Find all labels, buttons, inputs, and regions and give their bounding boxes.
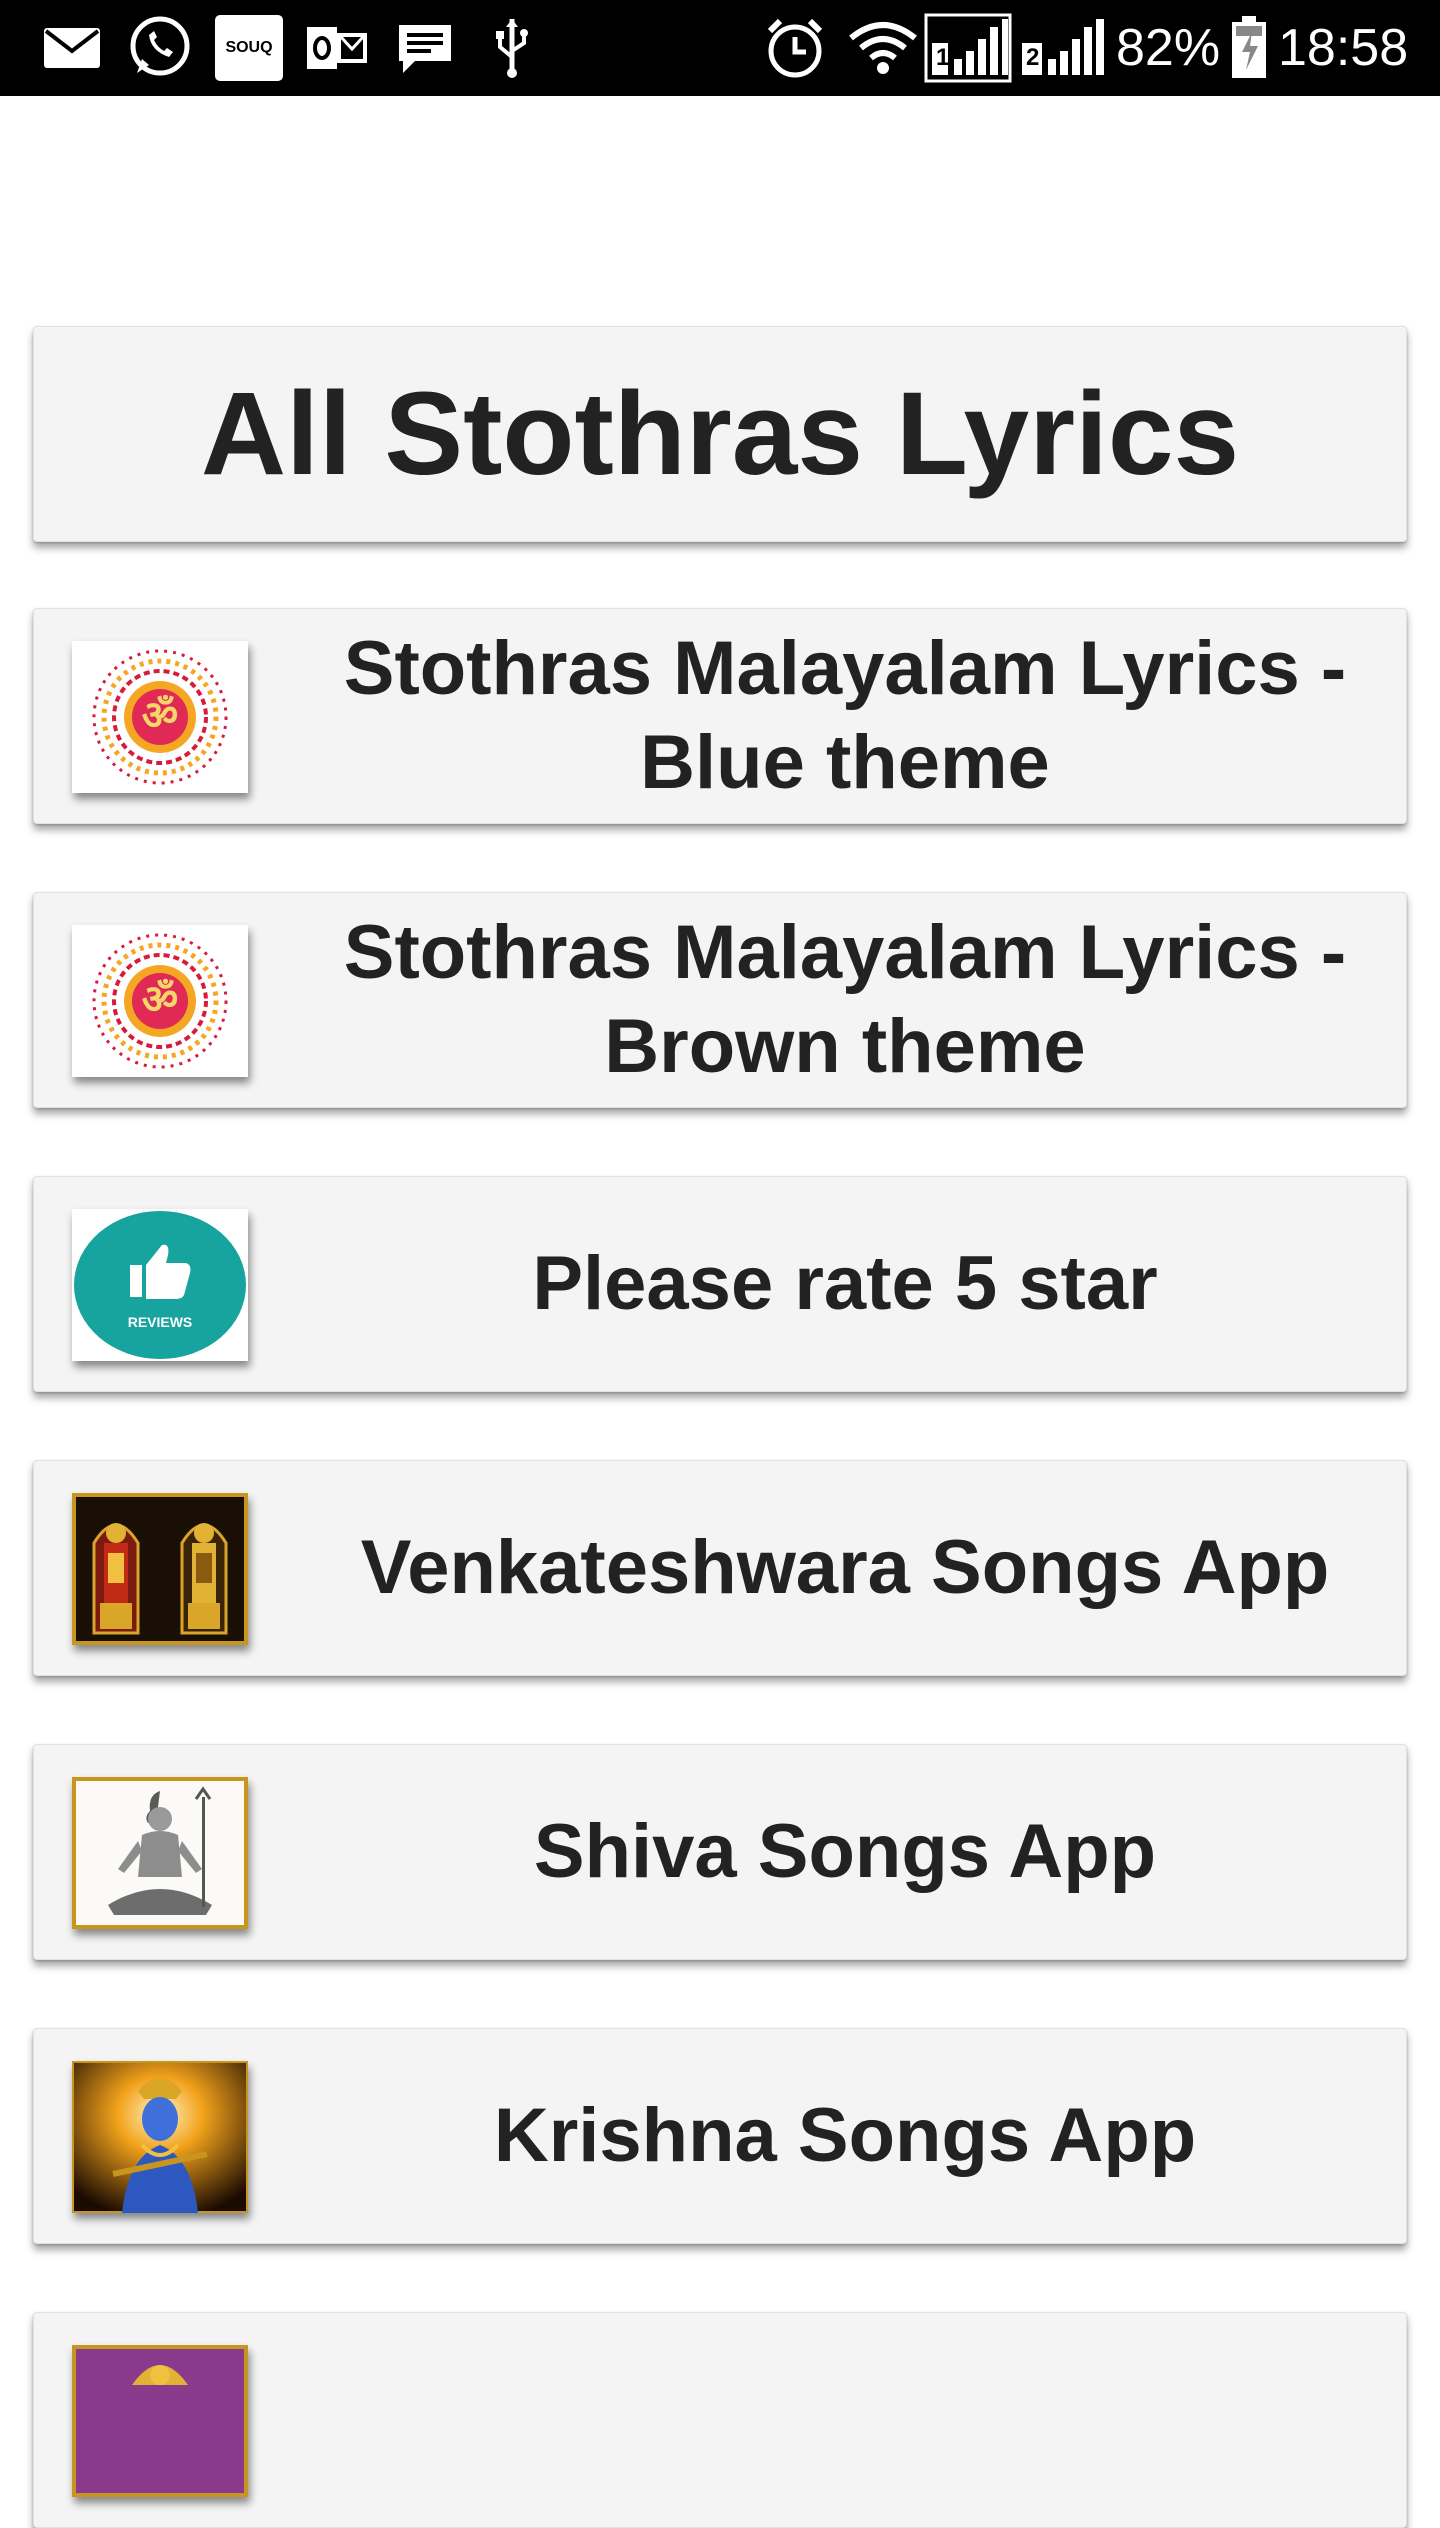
- list-item-label: Krishna Songs App: [493, 2093, 1197, 2178]
- mail-icon: [42, 14, 102, 82]
- venkateshwara-image-icon: [72, 1493, 248, 1645]
- usb-icon: [490, 14, 534, 82]
- list-item-label: Venkateshwara Songs App: [360, 1525, 1330, 1610]
- souq-label: SOUQ: [225, 39, 273, 56]
- om-mandala-icon: ॐ: [72, 641, 248, 793]
- list-item-label: Please rate 5 star: [532, 1241, 1158, 1326]
- wifi-icon: [846, 14, 920, 82]
- krishna-image-icon: [72, 2061, 248, 2213]
- om-mandala-icon: ॐ: [72, 925, 248, 1077]
- alarm-icon: [760, 14, 830, 82]
- reviews-thumbs-up-icon: REVIEWS: [72, 1209, 248, 1361]
- deity-image-icon: [72, 2345, 248, 2497]
- signal-sim1-icon: 1: [924, 13, 1012, 83]
- souq-icon: SOUQ: [214, 14, 284, 82]
- svg-text:ॐ: ॐ: [142, 693, 178, 739]
- battery-charging-icon: [1226, 14, 1272, 82]
- list-item[interactable]: REVIEWS Please rate 5 star: [33, 1176, 1407, 1392]
- list-item[interactable]: ॐ Stothras Malayalam Lyrics - Blue theme: [33, 608, 1407, 824]
- list-item[interactable]: Venkateshwara Songs App: [33, 1460, 1407, 1676]
- list-item-label: Stothras Malayalam Lyrics - Blue theme: [343, 626, 1347, 805]
- sim2-label: 2: [1026, 44, 1040, 71]
- outlook-icon: [304, 14, 368, 82]
- reviews-text: REVIEWS: [128, 1314, 193, 1330]
- signal-sim2-icon: 2: [1020, 14, 1106, 82]
- message-icon: [394, 14, 456, 82]
- list-item[interactable]: Krishna Songs App: [33, 2028, 1407, 2244]
- battery-percent: 82%: [1116, 19, 1221, 77]
- clock-time: 18:58: [1278, 19, 1409, 77]
- list-item-label: [324, 2313, 1366, 2527]
- shiva-image-icon: [72, 1777, 248, 1929]
- whatsapp-icon: [126, 14, 194, 82]
- svg-text:ॐ: ॐ: [142, 977, 178, 1023]
- list-item[interactable]: [33, 2312, 1407, 2528]
- status-bar: SOUQ 1 2 82% 18:58: [0, 0, 1440, 96]
- list-item-label: Stothras Malayalam Lyrics - Brown theme: [343, 910, 1347, 1089]
- sim1-label: 1: [936, 44, 950, 71]
- list-item-label: Shiva Songs App: [533, 1809, 1157, 1894]
- page-title: All Stothras Lyrics: [200, 368, 1240, 500]
- list-item[interactable]: Shiva Songs App: [33, 1744, 1407, 1960]
- list-item[interactable]: ॐ Stothras Malayalam Lyrics - Brown them…: [33, 892, 1407, 1108]
- app-header-card: All Stothras Lyrics: [33, 326, 1407, 542]
